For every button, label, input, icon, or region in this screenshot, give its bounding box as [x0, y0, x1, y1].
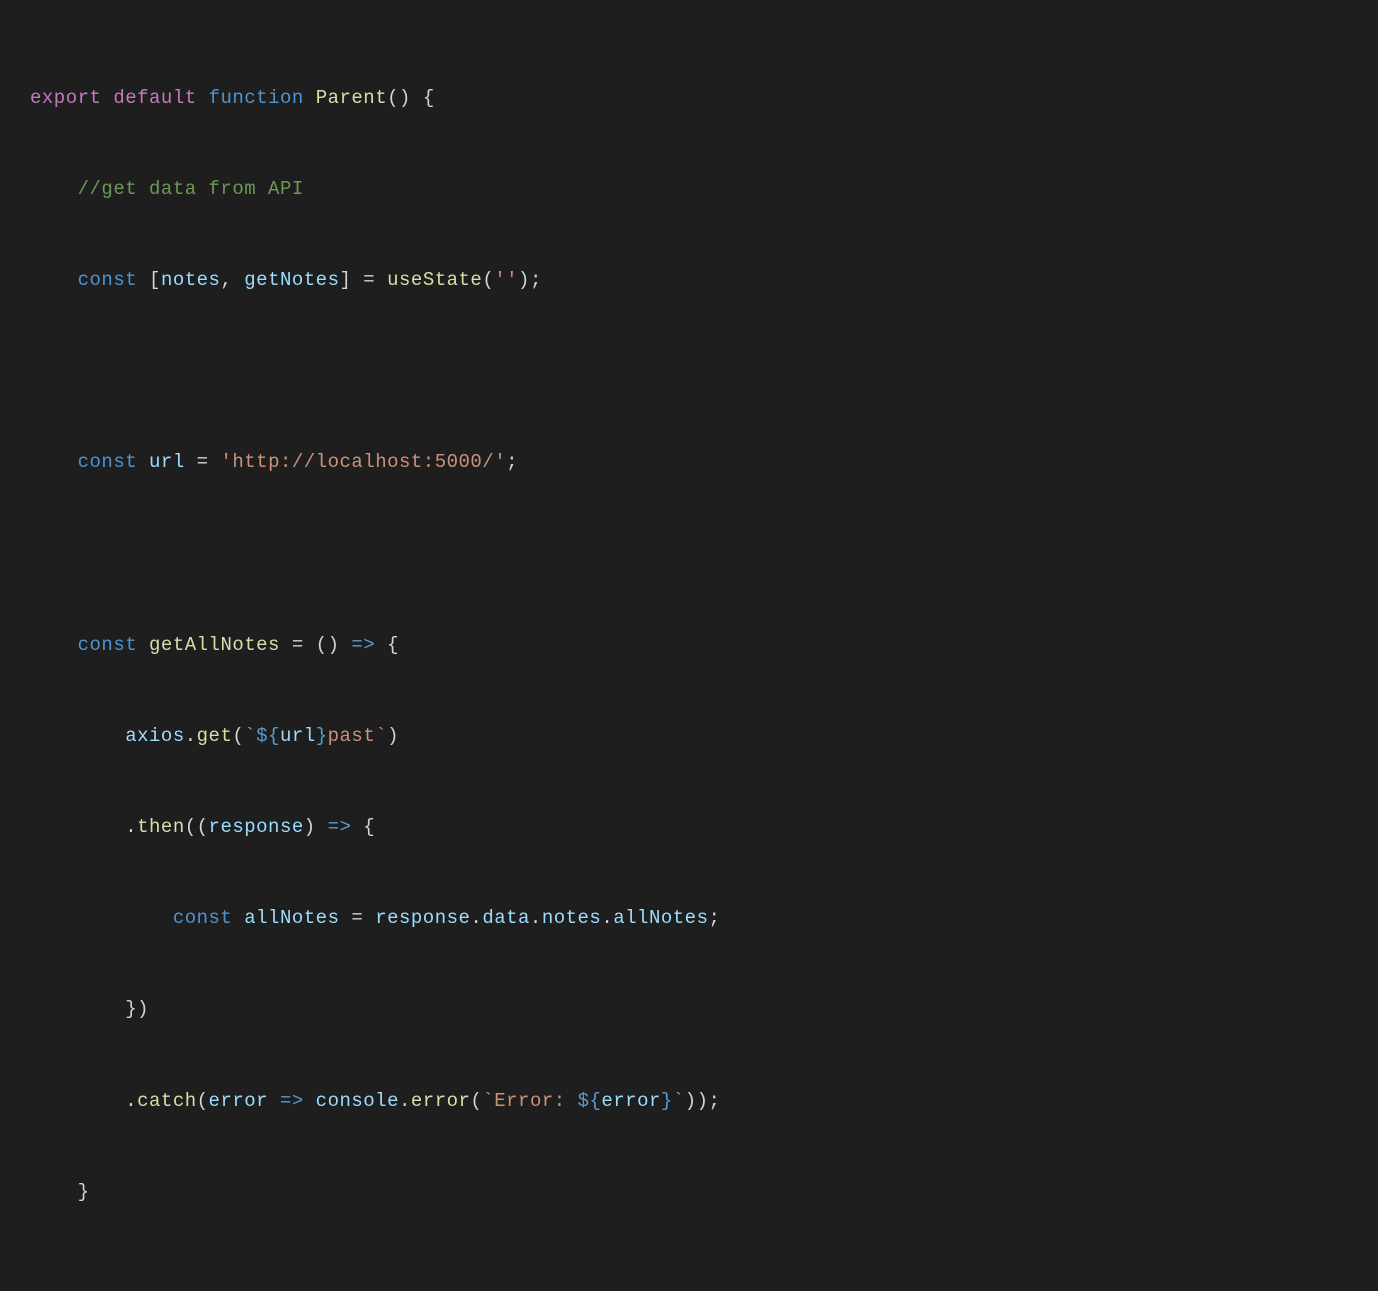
template-brace: }	[316, 725, 328, 747]
brace: {	[411, 87, 435, 109]
var-notes: notes	[161, 269, 221, 291]
semicolon: ;	[506, 451, 518, 473]
comment: //get data from API	[78, 178, 304, 200]
dot: .	[399, 1090, 411, 1112]
template-var-error: error	[601, 1090, 661, 1112]
var-allnotes: allNotes	[244, 907, 339, 929]
fn-usestate: useState	[387, 269, 482, 291]
string-empty: ''	[494, 269, 518, 291]
arrow: =>	[268, 1090, 316, 1112]
dot: .	[530, 907, 542, 929]
brace: {	[363, 816, 375, 838]
code-line-6: axios.get(`${url}past`)	[30, 714, 1348, 760]
comma: ,	[220, 269, 232, 291]
paren: )	[387, 725, 399, 747]
code-line-8: const allNotes = response.data.notes.all…	[30, 896, 1348, 942]
code-line-9: })	[30, 987, 1348, 1033]
var-console: console	[316, 1090, 399, 1112]
var-axios: axios	[125, 725, 185, 747]
keyword-const: const	[78, 451, 138, 473]
backtick: `	[244, 725, 256, 747]
parens: ()	[387, 87, 411, 109]
prop-allnotes: allNotes	[613, 907, 708, 929]
equals: =	[185, 451, 221, 473]
dot: .	[470, 907, 482, 929]
paren: (	[482, 269, 494, 291]
template-brace: {	[589, 1090, 601, 1112]
template-brace: {	[268, 725, 280, 747]
dollar: $	[256, 725, 268, 747]
dot: .	[601, 907, 613, 929]
backtick: `	[482, 1090, 494, 1112]
semicolon: ;	[709, 1090, 721, 1112]
code-line-blank	[30, 349, 1348, 395]
var-response: response	[375, 907, 470, 929]
var-getallnotes: getAllNotes	[149, 634, 280, 656]
equals: =	[280, 634, 316, 656]
equals: =	[339, 907, 375, 929]
paren: (	[470, 1090, 482, 1112]
dot: .	[125, 816, 137, 838]
keyword-const: const	[78, 634, 138, 656]
template-text: past	[328, 725, 376, 747]
code-line-2: //get data from API	[30, 167, 1348, 213]
template-text: Error:	[494, 1090, 577, 1112]
dot: .	[125, 1090, 137, 1112]
dot: .	[185, 725, 197, 747]
keyword-const: const	[173, 907, 233, 929]
paren: (	[232, 725, 244, 747]
paren: (	[197, 1090, 209, 1112]
code-line-11: }	[30, 1170, 1348, 1216]
code-line-5: const getAllNotes = () => {	[30, 623, 1348, 669]
backtick: `	[673, 1090, 685, 1112]
prop-notes: notes	[542, 907, 602, 929]
paren: )	[518, 269, 530, 291]
brace: }	[78, 1181, 90, 1203]
fn-catch: catch	[137, 1090, 197, 1112]
template-brace: }	[661, 1090, 673, 1112]
backtick: `	[375, 725, 387, 747]
code-line-7: .then((response) => {	[30, 805, 1348, 851]
template-var-url: url	[280, 725, 316, 747]
semicolon: ;	[708, 907, 720, 929]
code-line-blank	[30, 532, 1348, 578]
param-error: error	[209, 1090, 269, 1112]
arrow: =>	[316, 816, 364, 838]
fn-get: get	[197, 725, 233, 747]
code-line-4: const url = 'http://localhost:5000/';	[30, 440, 1348, 486]
paren: )	[304, 816, 316, 838]
fn-then: then	[137, 816, 185, 838]
arrow: =>	[339, 634, 387, 656]
bracket: [	[149, 269, 161, 291]
function-name: Parent	[316, 87, 387, 109]
string-url: 'http://localhost:5000/'	[220, 451, 506, 473]
param-response: response	[209, 816, 304, 838]
keyword-function: function	[209, 87, 304, 109]
keyword-const: const	[78, 269, 138, 291]
dollar: $	[578, 1090, 590, 1112]
code-line-3: const [notes, getNotes] = useState('');	[30, 258, 1348, 304]
bracket: ]	[339, 269, 351, 291]
paren: (	[197, 816, 209, 838]
fn-error: error	[411, 1090, 471, 1112]
var-getnotes: getNotes	[244, 269, 339, 291]
brace: })	[125, 998, 149, 1020]
code-line-10: .catch(error => console.error(`Error: ${…	[30, 1079, 1348, 1125]
brace: {	[387, 634, 399, 656]
var-url: url	[149, 451, 185, 473]
paren: (	[185, 816, 197, 838]
keyword-default: default	[113, 87, 196, 109]
paren: )	[685, 1090, 697, 1112]
prop-data: data	[482, 907, 530, 929]
keyword-export: export	[30, 87, 101, 109]
code-block: export default function Parent() { //get…	[30, 30, 1348, 1261]
parens: ()	[316, 634, 340, 656]
code-line-1: export default function Parent() {	[30, 76, 1348, 122]
equals: =	[351, 269, 387, 291]
semicolon: ;	[530, 269, 542, 291]
paren: )	[697, 1090, 709, 1112]
